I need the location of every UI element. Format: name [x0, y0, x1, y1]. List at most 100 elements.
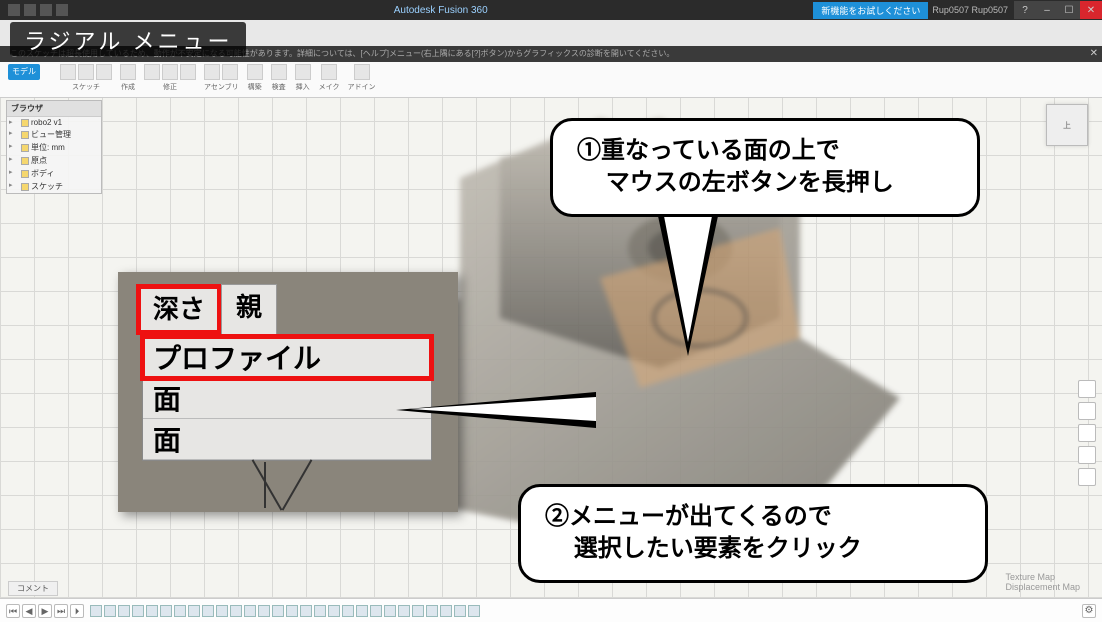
timeline-feature-icon[interactable]	[454, 605, 466, 617]
view-toolbar	[1078, 380, 1096, 486]
folder-icon	[21, 170, 29, 178]
timeline-feature-icon[interactable]	[230, 605, 242, 617]
quick-access-toolbar[interactable]	[0, 4, 68, 16]
trial-button[interactable]: 新機能をお試しください	[813, 2, 928, 19]
radial-item-profile[interactable]: プロファイル	[143, 337, 431, 378]
timeline-feature-icon[interactable]	[258, 605, 270, 617]
timeline-play-button[interactable]: ▶	[38, 604, 52, 618]
file-icon[interactable]	[8, 4, 20, 16]
browser-header: ブラウザ	[7, 101, 101, 117]
browser-item[interactable]: スケッチ	[7, 180, 101, 193]
view-cube[interactable]: 上	[1046, 104, 1088, 146]
folder-icon	[21, 183, 29, 191]
ribbon-group-label: 検査	[272, 82, 286, 92]
timeline-feature-icon[interactable]	[398, 605, 410, 617]
browser-item[interactable]: ボディ	[7, 167, 101, 180]
timeline-feature-icon[interactable]	[314, 605, 326, 617]
maximize-button[interactable]: ☐	[1058, 1, 1080, 19]
ribbon-tool-icon[interactable]	[247, 64, 263, 80]
timeline-feature-icon[interactable]	[104, 605, 116, 617]
browser-item[interactable]: 原点	[7, 154, 101, 167]
ribbon-group: 挿入	[295, 62, 311, 92]
ribbon-tool-icon[interactable]	[162, 64, 178, 80]
browser-item[interactable]: 単位: mm	[7, 141, 101, 154]
ribbon-tool-icon[interactable]	[60, 64, 76, 80]
timeline-play-button[interactable]: ⏮	[6, 604, 20, 618]
radial-tab-parent[interactable]: 親	[221, 284, 277, 335]
ribbon-tool-icon[interactable]	[295, 64, 311, 80]
timeline-feature-icon[interactable]	[342, 605, 354, 617]
timeline-feature-icon[interactable]	[244, 605, 256, 617]
timeline-settings-icon[interactable]: ⚙	[1082, 604, 1096, 618]
title-bar: Autodesk Fusion 360 新機能をお試しください Rup0507 …	[0, 0, 1102, 20]
timeline-feature-icon[interactable]	[300, 605, 312, 617]
callout-step-2: ②メニューが出てくるので 選択したい要素をクリック	[518, 484, 988, 583]
zoom-icon[interactable]	[1078, 424, 1096, 442]
ribbon-tool-icon[interactable]	[96, 64, 112, 80]
timeline-feature-icon[interactable]	[412, 605, 424, 617]
save-icon[interactable]	[24, 4, 36, 16]
ribbon-group-label: アセンブリ	[204, 82, 239, 92]
radial-tab-depth[interactable]: 深さ	[136, 284, 222, 335]
timeline-feature-icon[interactable]	[286, 605, 298, 617]
timeline-feature-icon[interactable]	[216, 605, 228, 617]
app-title: Autodesk Fusion 360	[68, 5, 813, 16]
timeline-feature-icon[interactable]	[370, 605, 382, 617]
pan-icon[interactable]	[1078, 402, 1096, 420]
folder-icon	[21, 157, 29, 165]
callout-tail	[410, 397, 596, 421]
ribbon-tool-icon[interactable]	[78, 64, 94, 80]
display-icon[interactable]	[1078, 468, 1096, 486]
fit-icon[interactable]	[1078, 446, 1096, 464]
timeline-feature-icon[interactable]	[426, 605, 438, 617]
redo-icon[interactable]	[56, 4, 68, 16]
ribbon-group-label: 修正	[163, 82, 177, 92]
timeline-feature-icon[interactable]	[146, 605, 158, 617]
ribbon-tool-icon[interactable]	[120, 64, 136, 80]
timeline-feature-icon[interactable]	[132, 605, 144, 617]
ribbon-group: 検査	[271, 62, 287, 92]
timeline-feature-icon[interactable]	[272, 605, 284, 617]
ribbon-tool-icon[interactable]	[222, 64, 238, 80]
radial-item-face[interactable]: 面	[143, 419, 431, 460]
timeline-feature-icon[interactable]	[468, 605, 480, 617]
ribbon-tool-icon[interactable]	[144, 64, 160, 80]
warning-close-icon[interactable]: ✕	[1090, 46, 1098, 62]
ribbon-group-label: 構築	[248, 82, 262, 92]
ribbon-group: 修正	[144, 62, 196, 92]
workspace-tab-model[interactable]: モデル	[8, 64, 40, 80]
user-label[interactable]: Rup0507 Rup0507	[932, 5, 1008, 15]
ribbon-tool-icon[interactable]	[204, 64, 220, 80]
timeline-feature-icon[interactable]	[174, 605, 186, 617]
timeline-feature-icon[interactable]	[90, 605, 102, 617]
ribbon-tool-icon[interactable]	[321, 64, 337, 80]
timeline-feature-icon[interactable]	[328, 605, 340, 617]
ribbon-tool-icon[interactable]	[354, 64, 370, 80]
ribbon-group: アセンブリ	[204, 62, 239, 92]
radial-item-face[interactable]: 面	[143, 378, 431, 419]
ribbon-tool-icon[interactable]	[180, 64, 196, 80]
timeline-feature-icon[interactable]	[118, 605, 130, 617]
timeline-play-button[interactable]: ◀	[22, 604, 36, 618]
timeline-bar: ⏮◀▶⏭⏵ ⚙	[0, 598, 1102, 622]
browser-root[interactable]: robo2 v1	[7, 117, 101, 128]
ribbon-group-label: スケッチ	[72, 82, 100, 92]
timeline-feature-icon[interactable]	[188, 605, 200, 617]
timeline-play-button[interactable]: ⏭	[54, 604, 68, 618]
ribbon-group-label: アドイン	[348, 82, 376, 92]
timeline-feature-icon[interactable]	[384, 605, 396, 617]
ribbon-tool-icon[interactable]	[271, 64, 287, 80]
minimize-button[interactable]: –	[1036, 1, 1058, 19]
timeline-feature-icon[interactable]	[440, 605, 452, 617]
help-icon[interactable]: ?	[1014, 1, 1036, 19]
timeline-feature-icon[interactable]	[356, 605, 368, 617]
timeline-play-button[interactable]: ⏵	[70, 604, 84, 618]
tutorial-heading: ラジアル メニュー	[10, 22, 246, 56]
orbit-icon[interactable]	[1078, 380, 1096, 398]
timeline-feature-icon[interactable]	[202, 605, 214, 617]
timeline-feature-icon[interactable]	[160, 605, 172, 617]
undo-icon[interactable]	[40, 4, 52, 16]
close-button[interactable]: ✕	[1080, 1, 1102, 19]
browser-item[interactable]: ビュー管理	[7, 128, 101, 141]
comments-tab[interactable]: コメント	[8, 581, 58, 596]
